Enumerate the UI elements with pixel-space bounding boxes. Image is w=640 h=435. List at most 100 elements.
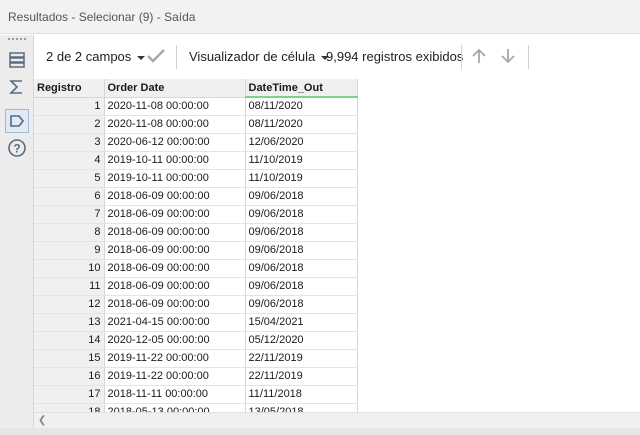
column-header-registro[interactable]: Registro	[34, 79, 105, 98]
order-date-cell[interactable]: 2018-06-09 00:00:00	[104, 277, 246, 296]
table-row[interactable]: 14 2020-12-05 00:00:00 05/12/2020	[34, 331, 358, 350]
datetime-out-cell[interactable]: 15/04/2021	[245, 313, 358, 332]
table-row[interactable]: 8 2018-06-09 00:00:00 09/06/2018	[34, 223, 358, 242]
order-date-cell[interactable]: 2018-06-09 00:00:00	[104, 295, 246, 314]
row-number-cell: 3	[34, 133, 105, 152]
row-number-cell: 15	[34, 349, 105, 368]
row-number-cell: 5	[34, 169, 105, 188]
datetime-out-cell[interactable]: 12/06/2020	[245, 133, 358, 152]
table-row[interactable]: 2 2020-11-08 00:00:00 08/11/2020	[34, 115, 358, 134]
order-date-cell[interactable]: 2018-06-09 00:00:00	[104, 205, 246, 224]
datetime-out-cell[interactable]: 11/10/2019	[245, 151, 358, 170]
table-row[interactable]: 15 2019-11-22 00:00:00 22/11/2019	[34, 349, 358, 368]
header-row: Registro Order Date DateTime_Out	[34, 79, 358, 98]
table-row[interactable]: 6 2018-06-09 00:00:00 09/06/2018	[34, 187, 358, 206]
datetime-out-cell[interactable]: 08/11/2020	[245, 115, 358, 134]
toolbar-divider	[461, 45, 462, 69]
help-icon[interactable]: ?	[5, 136, 29, 160]
toolbar-divider	[176, 45, 177, 69]
order-date-cell[interactable]: 2019-10-11 00:00:00	[104, 151, 246, 170]
order-date-cell[interactable]: 2021-04-15 00:00:00	[104, 313, 246, 332]
datetime-out-cell[interactable]: 09/06/2018	[245, 277, 358, 296]
horizontal-scrollbar[interactable]: ❮	[34, 412, 640, 428]
row-number-cell: 10	[34, 259, 105, 278]
order-date-cell[interactable]: 2018-06-09 00:00:00	[104, 187, 246, 206]
column-header-datetime-out[interactable]: DateTime_Out	[245, 79, 358, 98]
chevron-down-icon	[137, 55, 146, 60]
order-date-cell[interactable]: 2018-05-13 00:00:00	[104, 403, 246, 412]
row-number-cell: 11	[34, 277, 105, 296]
order-date-cell[interactable]: 2019-10-11 00:00:00	[104, 169, 246, 188]
table-row[interactable]: 10 2018-06-09 00:00:00 09/06/2018	[34, 259, 358, 278]
datetime-out-cell[interactable]: 08/11/2020	[245, 97, 358, 116]
order-date-cell[interactable]: 2018-11-11 00:00:00	[104, 385, 246, 404]
order-date-cell[interactable]: 2020-11-08 00:00:00	[104, 115, 246, 134]
row-number-cell: 1	[34, 97, 105, 116]
cell-viewer-dropdown[interactable]: Visualizador de célula	[189, 49, 330, 64]
row-number-cell: 8	[34, 223, 105, 242]
table-row[interactable]: 13 2021-04-15 00:00:00 15/04/2021	[34, 313, 358, 332]
toolbar-divider	[528, 45, 529, 69]
datetime-out-cell[interactable]: 22/11/2019	[245, 367, 358, 386]
table-row[interactable]: 3 2020-06-12 00:00:00 12/06/2020	[34, 133, 358, 152]
datetime-out-cell[interactable]: 11/11/2018	[245, 385, 358, 404]
row-number-cell: 14	[34, 331, 105, 350]
table-row[interactable]: 18 2018-05-13 00:00:00 13/05/2018	[34, 403, 358, 412]
datetime-out-cell[interactable]: 09/06/2018	[245, 187, 358, 206]
datetime-out-cell[interactable]: 22/11/2019	[245, 349, 358, 368]
table-row[interactable]: 7 2018-06-09 00:00:00 09/06/2018	[34, 205, 358, 224]
arrow-up-icon[interactable]	[470, 47, 488, 68]
results-grid[interactable]: Registro Order Date DateTime_Out 1 2020-1…	[34, 79, 640, 412]
bottom-strip	[0, 428, 640, 435]
order-date-cell[interactable]: 2020-06-12 00:00:00	[104, 133, 246, 152]
records-count: 9,994 registros exibidos	[326, 49, 464, 64]
rows-icon[interactable]	[5, 48, 29, 72]
table-row[interactable]: 1 2020-11-08 00:00:00 08/11/2020	[34, 97, 358, 116]
datetime-out-cell[interactable]: 05/12/2020	[245, 331, 358, 350]
datetime-out-cell[interactable]: 09/06/2018	[245, 241, 358, 260]
drag-grip[interactable]	[8, 38, 26, 40]
datetime-out-cell[interactable]: 09/06/2018	[245, 223, 358, 242]
row-number-cell: 6	[34, 187, 105, 206]
fields-dropdown[interactable]: 2 de 2 campos	[46, 49, 146, 64]
datetime-out-cell[interactable]: 11/10/2019	[245, 169, 358, 188]
datetime-out-cell[interactable]: 09/06/2018	[245, 295, 358, 314]
window-title: Resultados - Selecionar (9) - Saída	[8, 10, 196, 24]
order-date-cell[interactable]: 2018-06-09 00:00:00	[104, 259, 246, 278]
svg-text:?: ?	[13, 142, 20, 156]
row-number-cell: 4	[34, 151, 105, 170]
table-row[interactable]: 17 2018-11-11 00:00:00 11/11/2018	[34, 385, 358, 404]
datetime-out-cell[interactable]: 13/05/2018	[245, 403, 358, 412]
left-sidebar: ?	[0, 35, 34, 435]
scroll-left-icon[interactable]: ❮	[38, 415, 46, 426]
row-number-cell: 13	[34, 313, 105, 332]
title-bar: Resultados - Selecionar (9) - Saída	[0, 0, 640, 34]
table-row[interactable]: 9 2018-06-09 00:00:00 09/06/2018	[34, 241, 358, 260]
tag-icon[interactable]	[5, 109, 29, 133]
row-number-cell: 12	[34, 295, 105, 314]
datetime-out-cell[interactable]: 09/06/2018	[245, 205, 358, 224]
row-number-cell: 18	[34, 403, 105, 412]
order-date-cell[interactable]: 2018-06-09 00:00:00	[104, 241, 246, 260]
order-date-cell[interactable]: 2020-12-05 00:00:00	[104, 331, 246, 350]
table-row[interactable]: 11 2018-06-09 00:00:00 09/06/2018	[34, 277, 358, 296]
datetime-out-cell[interactable]: 09/06/2018	[245, 259, 358, 278]
fields-label: 2 de 2 campos	[46, 49, 132, 64]
results-table: Registro Order Date DateTime_Out 1 2020-1…	[34, 79, 358, 412]
table-row[interactable]: 16 2019-11-22 00:00:00 22/11/2019	[34, 367, 358, 386]
sum-icon[interactable]	[5, 75, 29, 99]
order-date-cell[interactable]: 2019-11-22 00:00:00	[104, 349, 246, 368]
order-date-cell[interactable]: 2019-11-22 00:00:00	[104, 367, 246, 386]
row-number-cell: 7	[34, 205, 105, 224]
table-row[interactable]: 4 2019-10-11 00:00:00 11/10/2019	[34, 151, 358, 170]
table-body: 1 2020-11-08 00:00:00 08/11/2020 2 2020-11-0…	[34, 97, 358, 412]
table-row[interactable]: 5 2019-10-11 00:00:00 11/10/2019	[34, 169, 358, 188]
order-date-cell[interactable]: 2020-11-08 00:00:00	[104, 97, 246, 116]
order-date-cell[interactable]: 2018-06-09 00:00:00	[104, 223, 246, 242]
table-row[interactable]: 12 2018-06-09 00:00:00 09/06/2018	[34, 295, 358, 314]
check-icon[interactable]	[146, 47, 166, 68]
arrow-down-icon[interactable]	[499, 47, 517, 68]
cell-viewer-label: Visualizador de célula	[189, 49, 316, 64]
column-header-order-date[interactable]: Order Date	[104, 79, 246, 98]
row-number-cell: 17	[34, 385, 105, 404]
